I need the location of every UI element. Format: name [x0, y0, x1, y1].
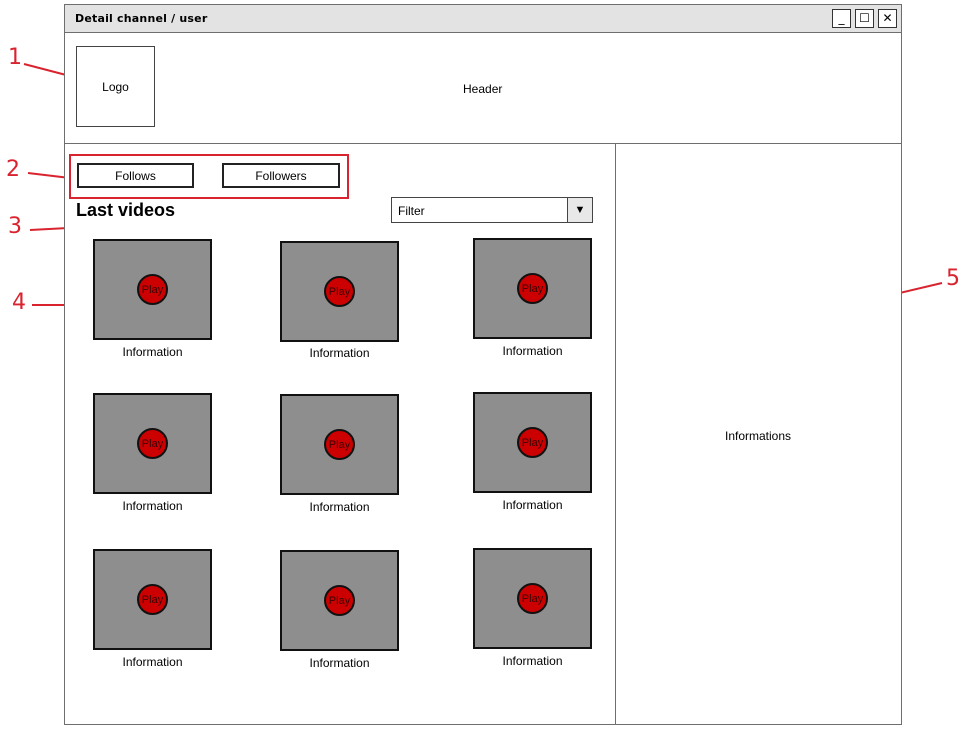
- follows-button[interactable]: Follows: [77, 163, 194, 188]
- filter-dropdown[interactable]: Filter ▼: [391, 197, 593, 223]
- play-button[interactable]: Play: [137, 274, 168, 305]
- video-information: Information: [309, 656, 370, 670]
- video-information: Information: [122, 345, 183, 359]
- video-thumbnail[interactable]: Play: [473, 238, 592, 339]
- play-button[interactable]: Play: [517, 427, 548, 458]
- followers-button[interactable]: Followers: [222, 163, 340, 188]
- video-thumbnail[interactable]: Play: [473, 548, 592, 649]
- play-button[interactable]: Play: [324, 585, 355, 616]
- maximize-button[interactable]: ☐: [855, 9, 874, 28]
- app-window: Detail channel / user _ ☐ ✕ Logo Header …: [64, 4, 902, 725]
- video-information: Information: [502, 498, 563, 512]
- video-thumbnail[interactable]: Play: [280, 394, 399, 495]
- filter-label: Filter: [398, 204, 425, 218]
- close-button[interactable]: ✕: [878, 9, 897, 28]
- play-button[interactable]: Play: [517, 273, 548, 304]
- info-panel-label: Informations: [725, 429, 792, 443]
- video-information: Information: [502, 654, 563, 668]
- video-information: Information: [122, 499, 183, 513]
- video-thumbnail[interactable]: Play: [93, 549, 212, 650]
- video-thumbnail[interactable]: Play: [473, 392, 592, 493]
- play-button[interactable]: Play: [137, 584, 168, 615]
- annotation-3: 3: [8, 214, 22, 239]
- logo[interactable]: Logo: [76, 46, 155, 127]
- page-header: Logo Header: [65, 33, 901, 144]
- dropdown-arrow-icon[interactable]: ▼: [567, 198, 592, 222]
- video-thumbnail[interactable]: Play: [280, 550, 399, 651]
- header-label: Header: [463, 82, 503, 96]
- window-title: Detail channel / user: [75, 12, 208, 25]
- play-button[interactable]: Play: [517, 583, 548, 614]
- title-bar: Detail channel / user _ ☐ ✕: [65, 5, 901, 33]
- play-button[interactable]: Play: [324, 429, 355, 460]
- video-thumbnail[interactable]: Play: [280, 241, 399, 342]
- video-thumbnail[interactable]: Play: [93, 239, 212, 340]
- play-button[interactable]: Play: [137, 428, 168, 459]
- annotation-4: 4: [12, 290, 26, 315]
- video-information: Information: [122, 655, 183, 669]
- play-button[interactable]: Play: [324, 276, 355, 307]
- annotation-1: 1: [8, 45, 22, 70]
- annotation-2: 2: [6, 157, 20, 182]
- last-videos-heading: Last videos: [76, 200, 176, 220]
- info-panel: Informations: [615, 144, 902, 725]
- video-information: Information: [309, 500, 370, 514]
- video-information: Information: [309, 346, 370, 360]
- video-thumbnail[interactable]: Play: [93, 393, 212, 494]
- annotation-5: 5: [946, 266, 960, 291]
- video-information: Information: [502, 344, 563, 358]
- minimize-button[interactable]: _: [832, 9, 851, 28]
